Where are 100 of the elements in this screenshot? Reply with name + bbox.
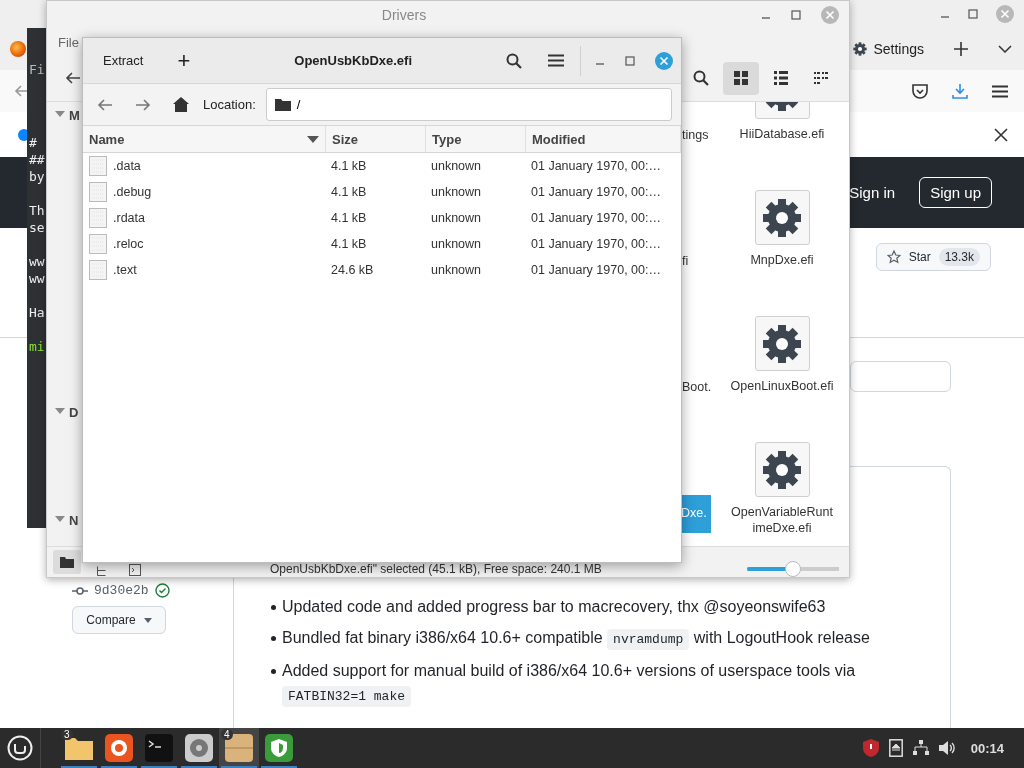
pocket-icon[interactable] — [912, 83, 928, 99]
network-icon[interactable] — [912, 740, 929, 756]
file-label[interactable]: fi — [681, 254, 690, 268]
view-button[interactable] — [723, 61, 759, 95]
folder-icon — [60, 556, 74, 568]
file-label[interactable]: OpenVariableRuntimeDxe.efi — [730, 503, 834, 537]
file-name[interactable]: .text — [113, 263, 137, 277]
grid-icon — [734, 71, 748, 85]
column-header[interactable]: Type — [426, 126, 526, 153]
file-name[interactable]: .reloc — [113, 237, 144, 251]
file-tile[interactable] — [754, 316, 810, 371]
commit-icon — [72, 585, 88, 596]
table-cell-text: 01 January 1970, 00:… — [530, 262, 662, 279]
home-icon[interactable] — [173, 97, 189, 112]
sign-in-link[interactable]: Sign in — [849, 184, 896, 201]
table-cell-text: 4.1 kB — [330, 210, 368, 227]
browser-logo-icon[interactable] — [10, 41, 26, 57]
file-icon — [89, 182, 107, 202]
terminal-line: se — [29, 219, 45, 236]
plus-icon[interactable] — [954, 42, 968, 56]
table-cell-text: unknown — [430, 210, 483, 227]
maximize-icon[interactable] — [625, 55, 635, 66]
table-cell-text: 4.1 kB — [330, 184, 368, 201]
download-icon[interactable] — [952, 83, 968, 99]
volume-icon[interactable] — [938, 740, 957, 756]
table-cell-text: 01 January 1970, 00:… — [530, 158, 662, 175]
file-icon — [89, 234, 107, 254]
back-icon[interactable] — [65, 71, 81, 85]
taskbar-app-button[interactable]: 4 — [219, 728, 259, 768]
file-tile[interactable] — [754, 442, 810, 497]
sidebar-heading: N — [69, 513, 79, 528]
maximize-icon[interactable] — [968, 9, 978, 19]
terminal-line: # — [29, 134, 37, 151]
close-icon[interactable] — [994, 127, 1008, 142]
eject-icon[interactable] — [888, 739, 903, 757]
terminal-line: Th — [29, 202, 45, 219]
column-header[interactable]: Modified — [526, 126, 681, 153]
file-name[interactable]: .debug — [113, 185, 152, 199]
status-text: OpenUsbKbDxe.efi" selected (45.1 kB), Free space: 240.1 MB — [270, 562, 602, 577]
file-label[interactable]: Boot. — [681, 380, 713, 394]
commit-hash[interactable]: 9d30e2b — [94, 583, 149, 598]
chevron-down-icon[interactable] — [998, 45, 1012, 53]
column-header[interactable]: Size — [326, 126, 426, 153]
back-icon[interactable] — [14, 84, 30, 98]
expanded-triangle-icon[interactable] — [55, 513, 65, 523]
terminal-line: by — [29, 168, 45, 185]
maximize-icon[interactable] — [791, 10, 801, 20]
file-name[interactable]: .data — [113, 159, 141, 173]
file-label[interactable]: tings — [681, 128, 710, 142]
add-button[interactable]: + — [167, 47, 201, 74]
window-title: OpenUsbKbDxe.efi — [293, 53, 414, 68]
table-cell-text: 01 January 1970, 00:… — [530, 184, 662, 201]
file-icon — [89, 156, 107, 176]
file-label[interactable]: OpenLinuxBoot.efi — [730, 377, 834, 395]
window-title: Drivers — [380, 7, 428, 23]
gear-icon — [762, 323, 802, 364]
gear-icon — [762, 197, 802, 238]
sign-up-button[interactable]: Sign up — [919, 177, 992, 208]
file-label[interactable]: HiiDatabase.efi — [730, 125, 834, 143]
verified-check-icon — [154, 583, 170, 598]
table-cell-text: 01 January 1970, 00:… — [530, 210, 662, 227]
gear-icon — [853, 42, 868, 56]
release-note: Added support for manual build of i386/x64 10.6+ versions of userspace tools via FATBIN32=1 make — [270, 659, 922, 709]
clock[interactable]: 00:14 — [970, 740, 1004, 756]
shield-icon[interactable] — [862, 739, 879, 757]
file-icon — [89, 260, 107, 280]
settings-tab[interactable]: Settings — [853, 41, 924, 57]
menu-icon[interactable] — [548, 54, 564, 67]
caret-icon — [143, 617, 152, 623]
extract-button[interactable]: Extract — [93, 47, 154, 74]
sidebar-heading: M — [69, 108, 80, 123]
compare-button[interactable]: Compare — [72, 606, 166, 634]
menu-item[interactable]: Fi — [29, 61, 45, 78]
column-header[interactable]: Name — [83, 126, 326, 153]
star-button[interactable]: Star 13.3k — [875, 243, 991, 271]
file-label[interactable]: MnpDxe.efi — [730, 251, 834, 269]
tree-icon — [96, 566, 106, 576]
panel-button[interactable] — [53, 550, 81, 574]
release-note: Updated code and added progress bar to macrecovery, thx @soyeonswife63 — [270, 595, 826, 619]
menu-item[interactable]: File — [58, 34, 79, 50]
compact-list-icon — [814, 72, 828, 84]
location-field[interactable]: / — [265, 88, 672, 121]
expanded-triangle-icon[interactable] — [55, 108, 65, 118]
table-cell-text: unknown — [430, 262, 483, 279]
menu-icon[interactable] — [992, 84, 1008, 98]
table-cell-text: unknown — [430, 158, 483, 175]
sidebar-heading: D — [69, 405, 79, 420]
terminal-icon — [145, 734, 173, 762]
slider-thumb[interactable] — [785, 561, 801, 577]
forward-icon[interactable] — [135, 97, 151, 112]
file-icon — [89, 208, 107, 228]
table-cell-text: unknown — [430, 184, 483, 201]
file-tile[interactable] — [754, 190, 810, 245]
search-icon[interactable] — [693, 70, 709, 86]
table-cell-text: unknown — [430, 236, 483, 253]
file-name[interactable]: .rdata — [113, 211, 145, 225]
menu-logo-icon[interactable] — [7, 735, 33, 761]
expanded-triangle-icon[interactable] — [55, 405, 65, 415]
search-icon[interactable] — [506, 52, 522, 69]
taskbar-app-button[interactable]: 3 — [59, 728, 99, 768]
